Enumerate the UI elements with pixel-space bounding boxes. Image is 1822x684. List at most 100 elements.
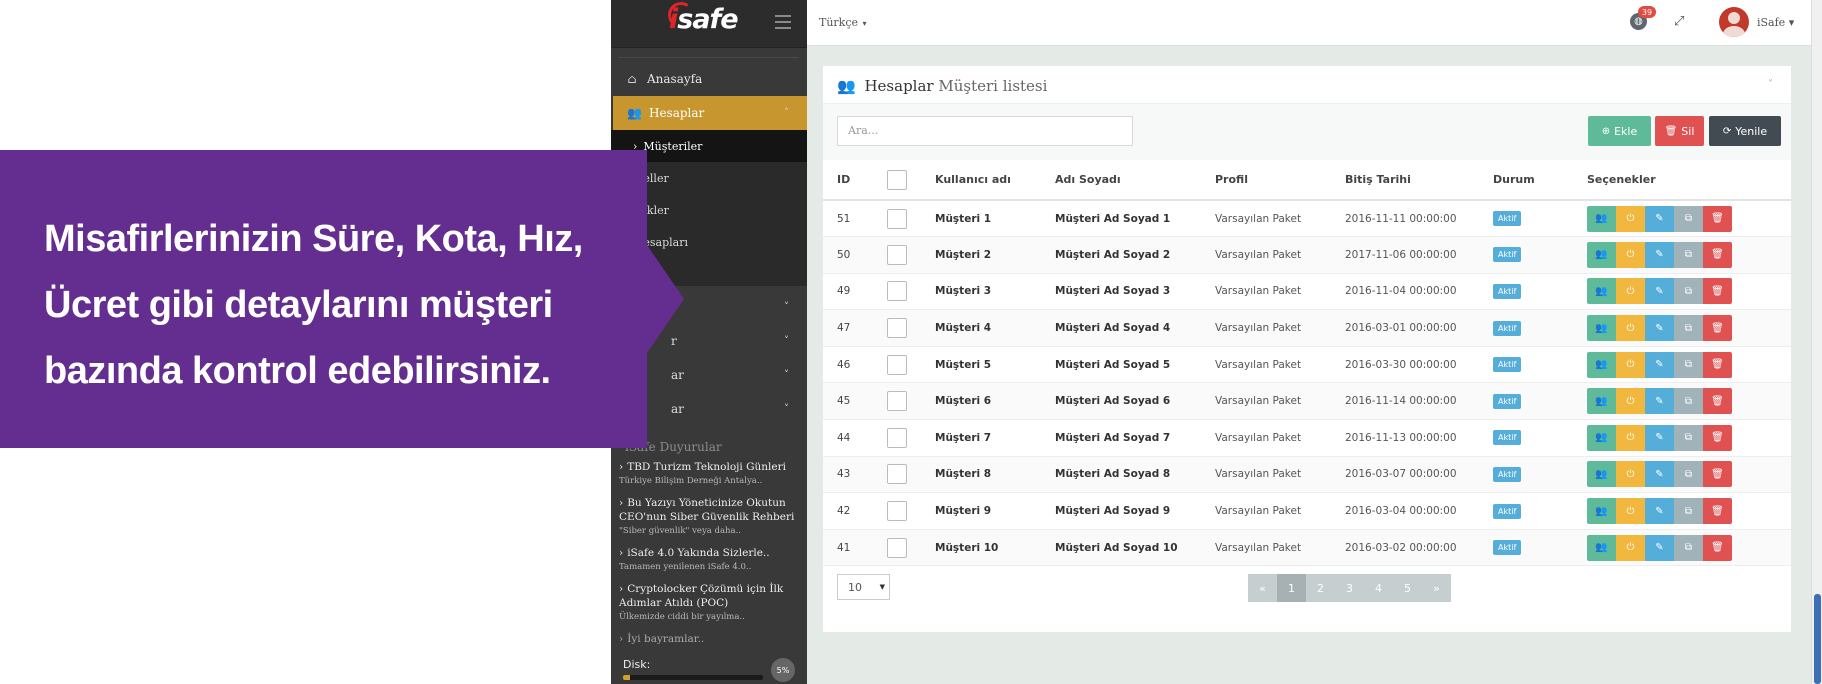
edit-action-button[interactable]: ✎ bbox=[1645, 534, 1674, 561]
users-action-button[interactable]: 👥 bbox=[1587, 241, 1616, 268]
table-row[interactable]: 51 Müşteri 1 Müşteri Ad Soyad 1 Varsayılan … bbox=[823, 200, 1791, 238]
table-row[interactable]: 45 Müşteri 6 Müşteri Ad Soyad 6 Varsayılan … bbox=[823, 382, 1791, 421]
power-action-button[interactable]: ⏻ bbox=[1616, 424, 1645, 451]
power-action-button[interactable]: ⏻ bbox=[1616, 461, 1645, 488]
edit-action-button[interactable]: ✎ bbox=[1645, 461, 1674, 488]
users-action-button[interactable]: 👥 bbox=[1587, 388, 1616, 415]
add-button[interactable]: ⊕ Ekle bbox=[1588, 116, 1651, 146]
trash-action-button[interactable]: 🗑 bbox=[1703, 205, 1732, 232]
users-action-button[interactable]: 👥 bbox=[1587, 461, 1616, 488]
page-link[interactable]: » bbox=[1422, 574, 1451, 602]
page-link[interactable]: 3 bbox=[1335, 574, 1364, 602]
table-row[interactable]: 42 Müşteri 9 Müşteri Ad Soyad 9 Varsayılan … bbox=[823, 492, 1791, 530]
trash-action-button[interactable]: 🗑 bbox=[1703, 424, 1732, 451]
copy-action-button[interactable]: ⧉ bbox=[1674, 461, 1703, 488]
row-checkbox[interactable] bbox=[887, 354, 907, 375]
users-action-button[interactable]: 👥 bbox=[1587, 424, 1616, 451]
column-header-status[interactable]: Durum bbox=[1493, 160, 1587, 201]
page-size-select[interactable]: 10 ▼ bbox=[837, 574, 890, 600]
trash-action-button[interactable]: 🗑 bbox=[1703, 388, 1732, 415]
power-action-button[interactable]: ⏻ bbox=[1616, 205, 1645, 232]
edit-action-button[interactable]: ✎ bbox=[1645, 424, 1674, 451]
copy-action-button[interactable]: ⧉ bbox=[1674, 534, 1703, 561]
select-all-checkbox[interactable] bbox=[887, 169, 907, 190]
power-action-button[interactable]: ⏻ bbox=[1616, 241, 1645, 268]
column-header-id[interactable]: ID bbox=[823, 160, 887, 201]
delete-button[interactable]: 🗑 Sil bbox=[1655, 116, 1704, 146]
news-item[interactable]: › TBD Turizm Teknoloji Günleri Türkiye Bi… bbox=[611, 454, 807, 490]
copy-action-button[interactable]: ⧉ bbox=[1674, 205, 1703, 232]
scrollbar[interactable] bbox=[1811, 0, 1822, 684]
row-checkbox[interactable] bbox=[887, 281, 907, 302]
news-item[interactable]: › Bu Yazıyı Yöneticinize Okutun CEO'nun S… bbox=[611, 490, 807, 540]
copy-action-button[interactable]: ⧉ bbox=[1674, 315, 1703, 342]
page-link[interactable]: 2 bbox=[1306, 574, 1335, 602]
table-row[interactable]: 49 Müşteri 3 Müşteri Ad Soyad 3 Varsayılan … bbox=[823, 273, 1791, 311]
edit-action-button[interactable]: ✎ bbox=[1645, 278, 1674, 305]
page-link[interactable]: « bbox=[1248, 574, 1277, 602]
table-row[interactable]: 47 Müşteri 4 Müşteri Ad Soyad 4 Varsayılan … bbox=[823, 309, 1791, 347]
trash-action-button[interactable]: 🗑 bbox=[1703, 315, 1732, 342]
edit-action-button[interactable]: ✎ bbox=[1645, 205, 1674, 232]
sidebar-item-accounts[interactable]: 👥 Hesaplar ˄ bbox=[613, 96, 807, 130]
row-checkbox[interactable] bbox=[887, 318, 907, 339]
table-row[interactable]: 41 Müşteri 10 Müşteri Ad Soyad 10 Varsayıla… bbox=[823, 529, 1791, 567]
trash-action-button[interactable]: 🗑 bbox=[1703, 278, 1732, 305]
power-action-button[interactable]: ⏻ bbox=[1616, 351, 1645, 378]
table-row[interactable]: 50 Müşteri 2 Müşteri Ad Soyad 2 Varsayılan … bbox=[823, 236, 1791, 274]
copy-action-button[interactable]: ⧉ bbox=[1674, 278, 1703, 305]
users-action-button[interactable]: 👥 bbox=[1587, 498, 1616, 525]
table-row[interactable]: 43 Müşteri 8 Müşteri Ad Soyad 8 Varsayılan … bbox=[823, 456, 1791, 494]
trash-action-button[interactable]: 🗑 bbox=[1703, 351, 1732, 378]
column-header-fullname[interactable]: Adı Soyadı bbox=[1055, 160, 1215, 201]
news-item[interactable]: › İyi bayramlar.. bbox=[611, 626, 807, 650]
copy-action-button[interactable]: ⧉ bbox=[1674, 241, 1703, 268]
table-row[interactable]: 46 Müşteri 5 Müşteri Ad Soyad 5 Varsayılan … bbox=[823, 346, 1791, 384]
row-checkbox[interactable] bbox=[887, 244, 907, 265]
avatar[interactable] bbox=[1719, 7, 1749, 37]
power-action-button[interactable]: ⏻ bbox=[1616, 388, 1645, 415]
row-checkbox[interactable] bbox=[887, 537, 907, 558]
copy-action-button[interactable]: ⧉ bbox=[1674, 388, 1703, 415]
users-action-button[interactable]: 👥 bbox=[1587, 315, 1616, 342]
column-header-profile[interactable]: Profil bbox=[1215, 160, 1345, 201]
power-action-button[interactable]: ⏻ bbox=[1616, 278, 1645, 305]
edit-action-button[interactable]: ✎ bbox=[1645, 241, 1674, 268]
language-select[interactable]: Türkçe ▾ bbox=[819, 16, 867, 29]
news-item[interactable]: › iSafe 4.0 Yakında Sizlerle.. Tamamen ye… bbox=[611, 540, 807, 576]
trash-action-button[interactable]: 🗑 bbox=[1703, 241, 1732, 268]
news-item[interactable]: › Cryptolocker Çözümü için İlk Adımlar At… bbox=[611, 576, 807, 626]
column-header-username[interactable]: Kullanıcı adı bbox=[935, 160, 1055, 201]
trash-action-button[interactable]: 🗑 bbox=[1703, 461, 1732, 488]
row-checkbox[interactable] bbox=[887, 391, 907, 412]
power-action-button[interactable]: ⏻ bbox=[1616, 534, 1645, 561]
power-action-button[interactable]: ⏻ bbox=[1616, 315, 1645, 342]
row-checkbox[interactable] bbox=[887, 501, 907, 522]
search-input[interactable]: Ara... bbox=[837, 116, 1133, 146]
brand-logo[interactable]: isafe bbox=[669, 4, 739, 35]
users-action-button[interactable]: 👥 bbox=[1587, 351, 1616, 378]
copy-action-button[interactable]: ⧉ bbox=[1674, 424, 1703, 451]
refresh-button[interactable]: ⟳ Yenile bbox=[1709, 116, 1781, 146]
page-link[interactable]: 5 bbox=[1393, 574, 1422, 602]
edit-action-button[interactable]: ✎ bbox=[1645, 388, 1674, 415]
row-checkbox[interactable] bbox=[887, 427, 907, 448]
copy-action-button[interactable]: ⧉ bbox=[1674, 351, 1703, 378]
chevron-down-icon[interactable]: ˅ bbox=[1768, 79, 1773, 90]
row-checkbox[interactable] bbox=[887, 464, 907, 485]
sidebar-item-home[interactable]: ⌂ Anasayfa bbox=[611, 62, 807, 96]
power-action-button[interactable]: ⏻ bbox=[1616, 498, 1645, 525]
edit-action-button[interactable]: ✎ bbox=[1645, 315, 1674, 342]
scrollbar-thumb[interactable] bbox=[1814, 594, 1821, 684]
table-row[interactable]: 44 Müşteri 7 Müşteri Ad Soyad 7 Varsayılan … bbox=[823, 419, 1791, 457]
users-action-button[interactable]: 👥 bbox=[1587, 278, 1616, 305]
edit-action-button[interactable]: ✎ bbox=[1645, 351, 1674, 378]
row-checkbox[interactable] bbox=[887, 208, 907, 229]
copy-action-button[interactable]: ⧉ bbox=[1674, 498, 1703, 525]
trash-action-button[interactable]: 🗑 bbox=[1703, 498, 1732, 525]
page-link[interactable]: 1 bbox=[1277, 574, 1306, 602]
page-link[interactable]: 4 bbox=[1364, 574, 1393, 602]
user-menu[interactable]: iSafe ▾ bbox=[1757, 16, 1794, 29]
fullscreen-icon[interactable]: ⤢ bbox=[1674, 14, 1684, 29]
edit-action-button[interactable]: ✎ bbox=[1645, 498, 1674, 525]
